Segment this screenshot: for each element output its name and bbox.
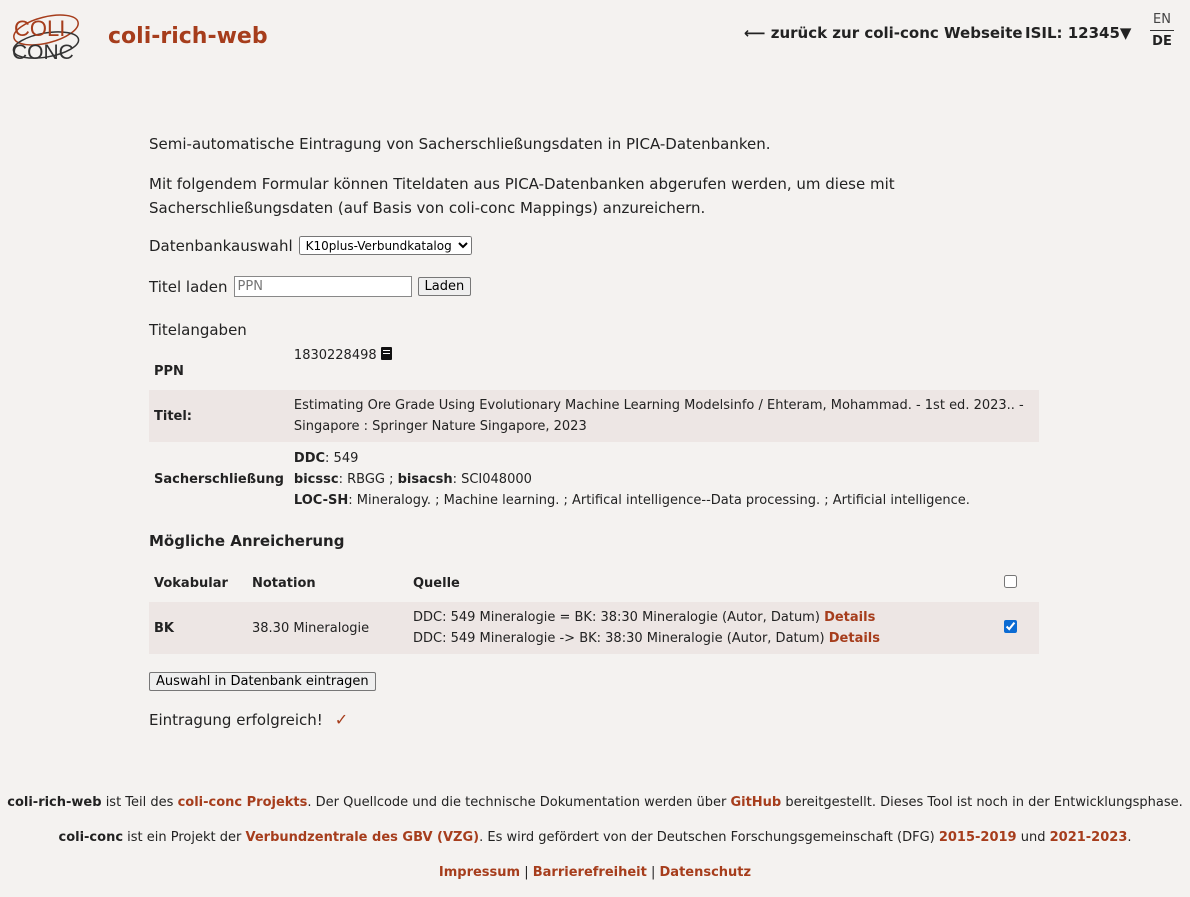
- submit-to-database-button[interactable]: Auswahl in Datenbank eintragen: [149, 672, 376, 691]
- titel-label: Titel:: [154, 408, 193, 424]
- isil-dropdown[interactable]: ISIL: 12345▼: [1025, 24, 1131, 42]
- check-icon: ✓: [334, 710, 349, 729]
- logo-text-bottom: CONC: [12, 41, 74, 64]
- locsh-value: : Mineralogy. ; Machine learning. ; Arti…: [348, 492, 970, 508]
- source-text: DDC: 549 Mineralogie = BK: 38:30 Mineral…: [413, 610, 825, 625]
- footer-text: bereitgestellt. Dieses Tool ist noch in …: [781, 795, 1183, 810]
- ppn-input[interactable]: [233, 276, 412, 297]
- table-row-ppn: PPN 1830228498: [149, 342, 1039, 390]
- enrichment-table: Vokabular Notation Quelle BK 38.30 Miner…: [149, 564, 1039, 654]
- footer-separator: |: [520, 865, 533, 880]
- impressum-link[interactable]: Impressum: [439, 865, 520, 880]
- bisacsh-value: : SCI048000: [452, 471, 532, 487]
- source-line: DDC: 549 Mineralogie = BK: 38:30 Mineral…: [413, 607, 994, 628]
- datenschutz-link[interactable]: Datenschutz: [660, 865, 752, 880]
- ddc-key: DDC: [293, 450, 326, 466]
- barrierefreiheit-link[interactable]: Barrierefreiheit: [533, 865, 647, 880]
- dfg-2015-link[interactable]: 2015-2019: [939, 830, 1017, 845]
- title-info-heading: Titelangaben: [149, 321, 247, 339]
- intro-text: Semi-automatische Eintragung von Sachers…: [149, 135, 771, 153]
- database-select[interactable]: K10plus-Verbundkatalog: [298, 236, 472, 255]
- lang-de-option[interactable]: DE: [1150, 31, 1174, 49]
- bicssc-value: : RBGG ;: [338, 471, 398, 487]
- vzg-link[interactable]: Verbundzentrale des GBV (VZG): [245, 830, 479, 845]
- ddc-value: : 549: [325, 450, 359, 466]
- details-link[interactable]: Details: [829, 631, 880, 646]
- locsh-key: LOC-SH: [293, 492, 349, 508]
- locsh-line: LOC-SH: Mineralogy. ; Machine learning. …: [294, 490, 1034, 511]
- footer-text: ist Teil des: [101, 795, 178, 810]
- table-row: BK 38.30 Mineralogie DDC: 549 Mineralogi…: [149, 602, 1039, 654]
- back-to-website-link[interactable]: ⟵ zurück zur coli-conc Webseite: [744, 24, 1023, 42]
- footer-text: .: [1127, 830, 1132, 845]
- row-vocab: BK: [154, 620, 174, 636]
- success-text: Eintragung erfolgreich!: [149, 710, 323, 729]
- title-info-table: PPN 1830228498 Titel: Estimating Ore Gra…: [149, 342, 1039, 516]
- success-message: Eintragung erfolgreich! ✓: [149, 710, 348, 729]
- github-link[interactable]: GitHub: [730, 795, 781, 810]
- enrichment-header-row: Vokabular Notation Quelle: [149, 564, 1039, 602]
- header: COLI CONC coli-rich-web ⟵ zurück zur col…: [0, 0, 1190, 75]
- footer-text: und: [1016, 830, 1050, 845]
- ppn-value: 1830228498: [293, 348, 377, 363]
- book-icon[interactable]: [380, 347, 392, 360]
- logo-graphic: COLI CONC: [12, 14, 80, 64]
- col-notation-header: Notation: [252, 575, 316, 591]
- language-switcher: EN DE: [1150, 12, 1174, 49]
- footer-text: ist ein Projekt der: [123, 830, 246, 845]
- details-link[interactable]: Details: [824, 610, 875, 625]
- titel-value: Estimating Ore Grade Using Evolutionary …: [293, 398, 1024, 434]
- logo-text-top: COLI: [14, 16, 65, 41]
- footer-text: . Es wird gefördert von der Deutschen Fo…: [479, 830, 939, 845]
- footer-separator: |: [646, 865, 660, 880]
- database-select-row: Datenbankauswahl K10plus-Verbundkatalog: [149, 236, 472, 255]
- load-title-label: Titel laden: [149, 277, 228, 296]
- footer-text: . Der Quellcode und die technische Dokum…: [307, 795, 731, 810]
- intro-description: Mit folgendem Formular können Titeldaten…: [149, 175, 895, 217]
- load-title-row: Titel laden Laden: [149, 276, 472, 297]
- app-title[interactable]: coli-rich-web: [108, 24, 268, 49]
- ddc-line: DDC: 549: [294, 448, 1034, 469]
- bicssc-line: bicssc: RBGG ; bisacsh: SCI048000: [294, 469, 1034, 490]
- bicssc-key: bicssc: [293, 471, 339, 487]
- footer-app-name: coli-rich-web: [7, 795, 102, 810]
- source-line: DDC: 549 Mineralogie -> BK: 38:30 Minera…: [413, 628, 994, 649]
- ppn-label: PPN: [154, 363, 184, 379]
- footer-project-name: coli-conc: [58, 830, 124, 845]
- col-source-header: Quelle: [413, 575, 460, 591]
- row-notation: 38.30 Mineralogie: [252, 620, 370, 636]
- coli-conc-logo[interactable]: COLI CONC: [10, 10, 82, 64]
- table-row-subjects: Sacherschließung DDC: 549 bicssc: RBGG ;…: [149, 442, 1039, 516]
- bisacsh-key: bisacsh: [397, 471, 453, 487]
- select-all-checkbox[interactable]: [1004, 574, 1017, 588]
- source-text: DDC: 549 Mineralogie -> BK: 38:30 Minera…: [413, 631, 829, 646]
- footer: coli-rich-web ist Teil des coli-conc Pro…: [0, 785, 1190, 890]
- enrichment-heading: Mögliche Anreicherung: [149, 532, 345, 550]
- lang-en-option[interactable]: EN: [1150, 12, 1174, 30]
- coli-conc-project-link[interactable]: coli-conc Projekts: [178, 795, 308, 810]
- dfg-2021-link[interactable]: 2021-2023: [1050, 830, 1128, 845]
- footer-line-2: coli-conc ist ein Projekt der Verbundzen…: [0, 820, 1190, 855]
- load-button[interactable]: Laden: [417, 277, 472, 296]
- footer-links: Impressum | Barrierefreiheit | Datenschu…: [0, 855, 1190, 890]
- table-row-titel: Titel: Estimating Ore Grade Using Evolut…: [149, 390, 1039, 442]
- subject-label: Sacherschließung: [154, 471, 284, 487]
- row-checkbox[interactable]: [1004, 619, 1017, 633]
- database-label: Datenbankauswahl: [149, 236, 293, 255]
- footer-line-1: coli-rich-web ist Teil des coli-conc Pro…: [0, 785, 1190, 820]
- col-vocab-header: Vokabular: [154, 575, 228, 591]
